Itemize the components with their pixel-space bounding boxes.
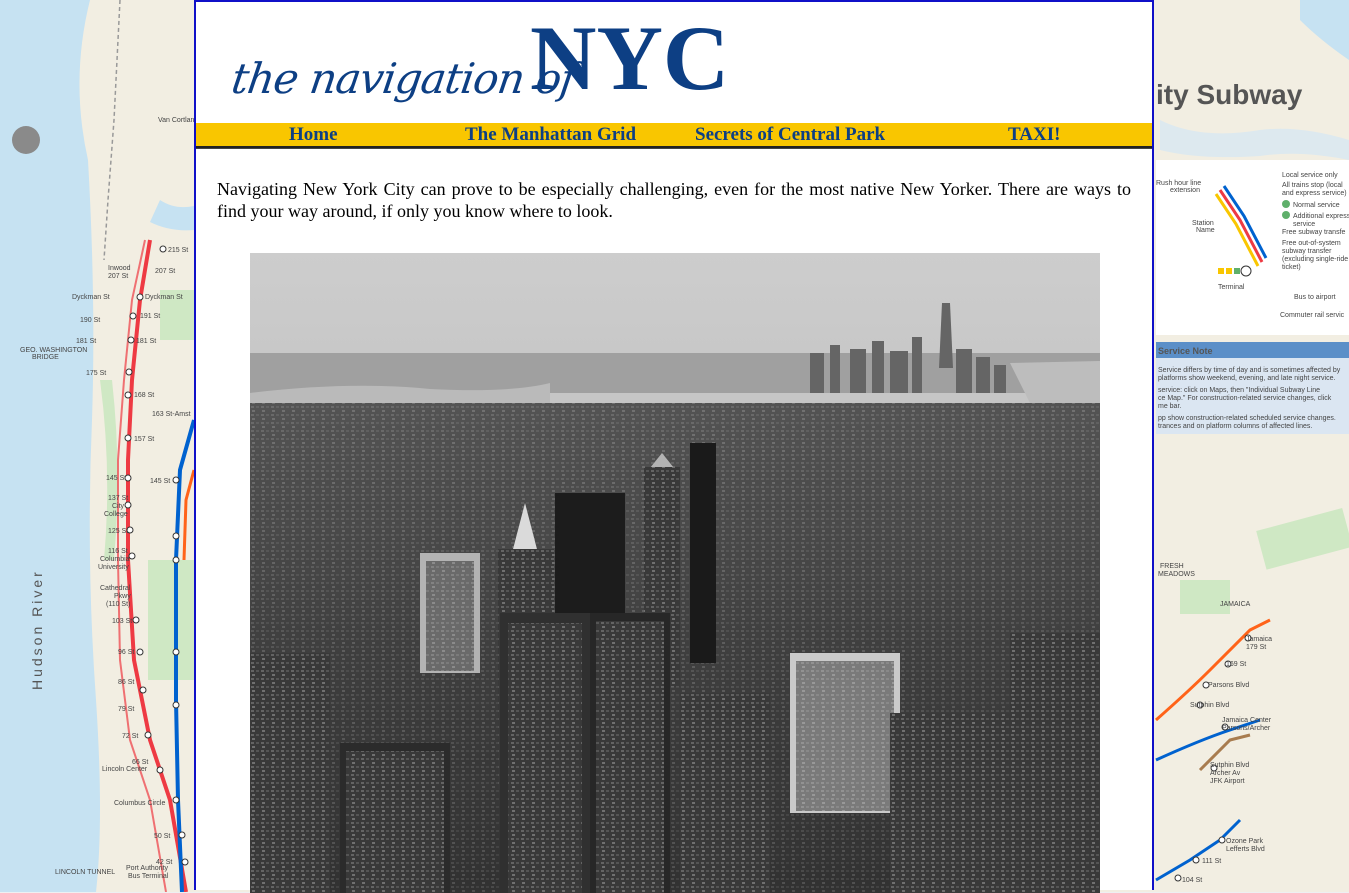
- svg-text:subway transfer: subway transfer: [1282, 248, 1332, 255]
- svg-text:JFK Airport: JFK Airport: [1210, 778, 1245, 785]
- svg-text:service: service: [1293, 221, 1315, 228]
- logo-nyc-text: NYC: [530, 7, 730, 109]
- svg-text:Normal service: Normal service: [1293, 202, 1340, 209]
- svg-text:Free out-of-system: Free out-of-system: [1282, 240, 1341, 247]
- svg-text:Inwood: Inwood: [108, 265, 131, 272]
- svg-text:86 St: 86 St: [118, 679, 134, 686]
- svg-text:FRESH: FRESH: [1160, 563, 1184, 570]
- svg-text:181 St: 181 St: [76, 338, 96, 345]
- svg-text:168 St: 168 St: [134, 392, 154, 399]
- svg-text:175 St: 175 St: [86, 370, 106, 377]
- svg-text:137 St: 137 St: [108, 495, 128, 502]
- hudson-river-label: Hudson River: [29, 569, 45, 690]
- svg-text:Pkwy: Pkwy: [114, 593, 131, 600]
- svg-text:Free subway transfe: Free subway transfe: [1282, 229, 1346, 236]
- svg-text:Columbus Circle: Columbus Circle: [114, 800, 165, 807]
- svg-text:Sutphin Blvd: Sutphin Blvd: [1190, 702, 1229, 709]
- svg-text:platforms show weekend, evenin: platforms show weekend, evening, and lat…: [1158, 375, 1335, 382]
- svg-text:City: City: [112, 503, 125, 510]
- map-title-fragment: ity Subway: [1156, 79, 1303, 110]
- svg-text:and express service): and express service): [1282, 190, 1347, 197]
- svg-text:191 St: 191 St: [140, 313, 160, 320]
- svg-text:Sutphin Blvd: Sutphin Blvd: [1210, 762, 1249, 769]
- svg-text:Commuter rail servic: Commuter rail servic: [1280, 312, 1345, 319]
- svg-text:pp show construction-related s: pp show construction-related scheduled s…: [1158, 415, 1336, 422]
- logo-script-text: the navigation of: [228, 54, 579, 103]
- svg-text:125 St: 125 St: [108, 528, 128, 535]
- page-container: the navigation of NYC Home The Manhattan…: [194, 0, 1154, 893]
- svg-text:Dyckman St: Dyckman St: [145, 294, 183, 301]
- manhattan-skyline-photo: [250, 253, 1100, 893]
- svg-text:Cathedral: Cathedral: [100, 585, 131, 592]
- svg-text:145 St: 145 St: [106, 475, 126, 482]
- svg-text:179 St: 179 St: [1246, 644, 1266, 651]
- svg-text:Port Authority: Port Authority: [126, 865, 169, 872]
- svg-text:103 St: 103 St: [112, 618, 132, 625]
- svg-text:Parsons Blvd: Parsons Blvd: [1208, 682, 1249, 689]
- svg-text:All trains stop (local: All trains stop (local: [1282, 182, 1343, 189]
- svg-text:169 St: 169 St: [1226, 661, 1246, 668]
- svg-text:service: click on Maps, then ": service: click on Maps, then "Individual…: [1158, 387, 1320, 394]
- svg-text:Terminal: Terminal: [1218, 284, 1245, 291]
- svg-text:Name: Name: [1196, 227, 1215, 234]
- svg-text:66 St: 66 St: [132, 759, 148, 766]
- svg-text:University: University: [98, 564, 129, 571]
- main-navigation: Home The Manhattan Grid Secrets of Centr…: [196, 123, 1152, 148]
- svg-text:trances and on platform column: trances and on platform columns of affec…: [1158, 423, 1312, 430]
- svg-text:79 St: 79 St: [118, 706, 134, 713]
- svg-text:(110 St): (110 St): [106, 601, 130, 608]
- svg-text:ce Map." For construction-rela: ce Map." For construction-related servic…: [1158, 395, 1332, 402]
- nav-link-manhattan-grid[interactable]: The Manhattan Grid: [465, 124, 636, 146]
- svg-text:145 St: 145 St: [150, 478, 170, 485]
- svg-text:College: College: [104, 511, 128, 518]
- svg-text:GEO. WASHINGTON: GEO. WASHINGTON: [20, 347, 87, 354]
- svg-text:181 St: 181 St: [136, 338, 156, 345]
- svg-text:163 St-Amst: 163 St-Amst: [152, 411, 191, 418]
- svg-text:50 St: 50 St: [154, 833, 170, 840]
- svg-text:Jamaica Center: Jamaica Center: [1222, 717, 1272, 724]
- svg-text:me bar.: me bar.: [1158, 403, 1181, 410]
- main-content: Navigating New York City can prove to be…: [196, 148, 1152, 893]
- nav-link-home[interactable]: Home: [289, 124, 338, 146]
- svg-text:Jamaica: Jamaica: [1246, 636, 1272, 643]
- svg-text:Additional express: Additional express: [1293, 213, 1349, 220]
- svg-text:JAMAICA: JAMAICA: [1220, 601, 1251, 608]
- map-landmark-icon: [12, 126, 40, 154]
- svg-text:207 St: 207 St: [108, 273, 128, 280]
- svg-text:Local service only: Local service only: [1282, 172, 1338, 179]
- svg-text:LINCOLN TUNNEL: LINCOLN TUNNEL: [55, 869, 115, 876]
- svg-text:72 St: 72 St: [122, 733, 138, 740]
- central-park-edge: [148, 560, 194, 680]
- service-note-title: Service Note: [1158, 346, 1213, 356]
- svg-text:157 St: 157 St: [134, 436, 154, 443]
- svg-text:Ozone Park: Ozone Park: [1226, 838, 1263, 845]
- nav-link-central-park[interactable]: Secrets of Central Park: [695, 124, 885, 146]
- svg-text:Lefferts Blvd: Lefferts Blvd: [1226, 846, 1265, 853]
- svg-text:Rush hour line: Rush hour line: [1156, 180, 1201, 187]
- svg-text:Lincoln Center: Lincoln Center: [102, 766, 148, 773]
- svg-text:215 St: 215 St: [168, 247, 188, 254]
- svg-text:ticket): ticket): [1282, 264, 1301, 271]
- svg-text:116 St: 116 St: [108, 548, 128, 555]
- svg-text:Service differs by time of day: Service differs by time of day and is so…: [1158, 367, 1341, 374]
- nav-link-taxi[interactable]: TAXI!: [1008, 124, 1060, 146]
- svg-text:190 St: 190 St: [80, 317, 100, 324]
- svg-text:Parsons/Archer: Parsons/Archer: [1222, 725, 1271, 732]
- svg-text:BRIDGE: BRIDGE: [32, 354, 59, 361]
- svg-text:Archer Av: Archer Av: [1210, 770, 1241, 777]
- svg-text:extension: extension: [1170, 187, 1200, 194]
- svg-text:MEADOWS: MEADOWS: [1158, 571, 1195, 578]
- svg-text:(excluding single-ride: (excluding single-ride: [1282, 256, 1348, 263]
- site-header: the navigation of NYC: [196, 2, 1152, 122]
- svg-text:Columbia: Columbia: [100, 556, 130, 563]
- svg-text:96 St: 96 St: [118, 649, 134, 656]
- svg-text:111 St: 111 St: [1202, 858, 1221, 865]
- svg-text:Station: Station: [1192, 220, 1214, 227]
- intro-paragraph: Navigating New York City can prove to be…: [217, 179, 1131, 221]
- svg-text:Bus to airport: Bus to airport: [1294, 294, 1336, 301]
- svg-text:Bus Terminal: Bus Terminal: [128, 873, 169, 880]
- svg-text:Dyckman St: Dyckman St: [72, 294, 110, 301]
- svg-text:207 St: 207 St: [155, 268, 175, 275]
- svg-text:104 St: 104 St: [1182, 877, 1202, 884]
